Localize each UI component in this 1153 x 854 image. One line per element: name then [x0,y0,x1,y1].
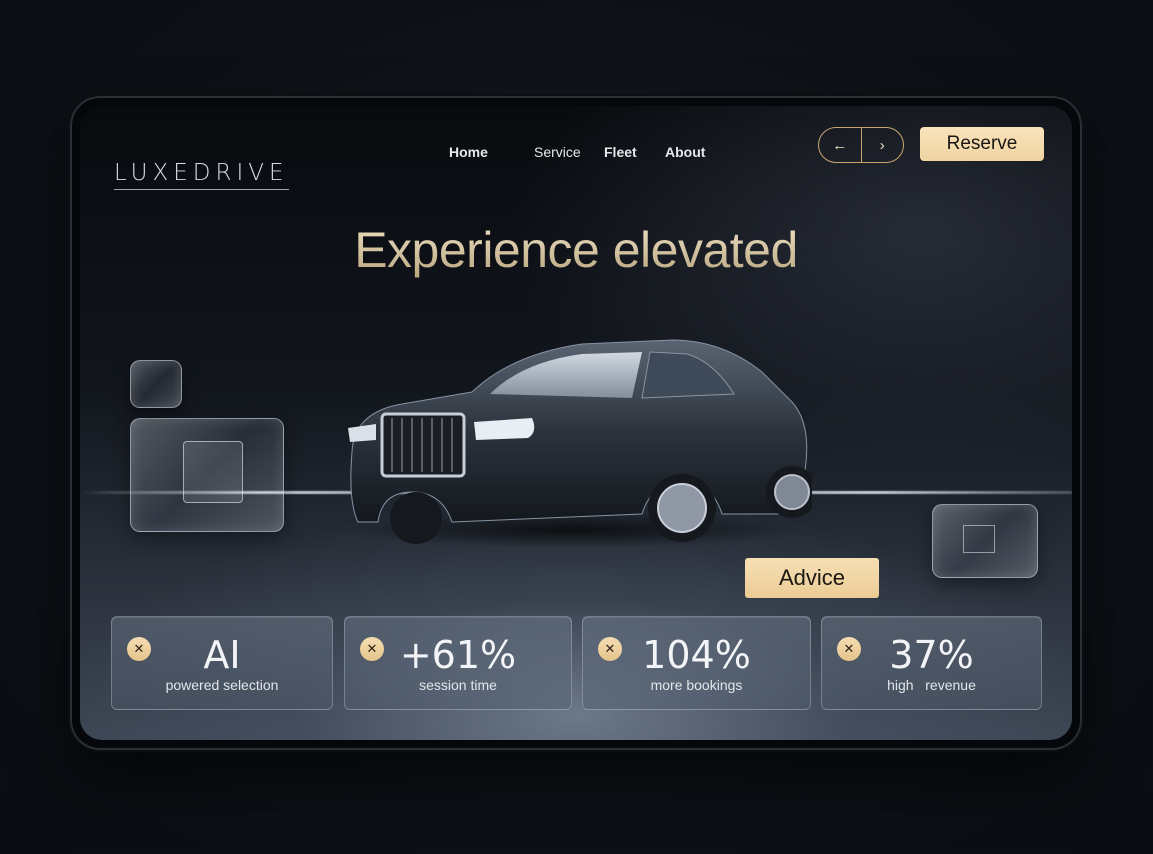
brand-logo[interactable]: LUXEDRIVE [114,160,289,190]
prev-button[interactable]: ← [819,128,861,162]
cube-inner-square [963,525,995,553]
stat-label: session time [419,677,497,693]
reserve-button[interactable]: Reserve [920,127,1044,161]
next-button[interactable]: › [862,128,904,162]
stat-value: 37% [889,633,974,677]
stat-card-ai[interactable]: ✕ AI powered selection [111,616,333,710]
car-image [342,339,812,548]
car-rim-rear [774,474,810,510]
nav-item-service[interactable]: Service [534,144,581,160]
stat-card-bookings[interactable]: ✕ 104% more bookings [582,616,811,710]
stat-label: powered selection [165,677,279,693]
car-headlight-left [348,424,376,442]
app-screen: LUXEDRIVE Home Service Fleet About ← › R… [80,106,1072,740]
glass-cube-right [932,504,1038,578]
stat-card-session[interactable]: ✕ +61% session time [344,616,572,710]
car-rim-front [657,483,707,533]
arrow-left-icon: ← [832,136,848,154]
nav-item-about[interactable]: About [665,144,705,160]
nav-item-fleet[interactable]: Fleet [604,144,637,160]
stat-value: 104% [642,633,751,677]
stat-label: more bookings [650,677,743,693]
device-frame: LUXEDRIVE Home Service Fleet About ← › R… [72,98,1080,748]
stat-label: high revenue [887,677,976,693]
glass-cube-small [130,360,182,408]
glass-cube-large [130,418,284,532]
stat-value: +61% [399,633,517,677]
nav-item-home[interactable]: Home [449,144,488,160]
carousel-controls: ← › [818,127,904,163]
stat-value: AI [203,633,241,677]
advice-button[interactable]: Advice [745,558,879,598]
hero-title: Experience elevated [80,221,1072,279]
chevron-right-icon: › [879,136,885,154]
cube-inner-frame [183,441,243,503]
stat-card-revenue[interactable]: ✕ 37% high revenue [821,616,1042,710]
car-wheel-left [390,492,442,544]
